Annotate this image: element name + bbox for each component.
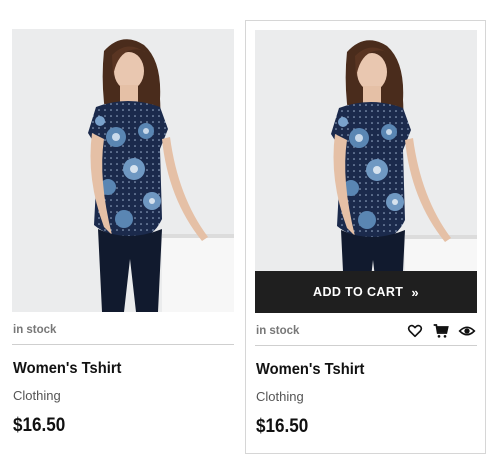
product-card-2[interactable]: ADD TO CART » in stock Women's Tshirt Cl…: [245, 20, 486, 454]
product-actions: [406, 323, 476, 339]
product-category[interactable]: Clothing: [256, 389, 304, 404]
product-price: $16.50: [256, 416, 309, 437]
product-image[interactable]: ADD TO CART »: [255, 30, 477, 313]
stock-status: in stock: [13, 324, 57, 336]
cart-icon[interactable]: [432, 323, 450, 339]
stock-status: in stock: [256, 325, 300, 337]
product-card-1[interactable]: in stock Women's Tshirt Clothing $16.50: [2, 20, 242, 460]
add-to-cart-button[interactable]: ADD TO CART »: [255, 271, 477, 313]
product-title[interactable]: Women's Tshirt: [13, 360, 121, 378]
add-to-cart-label: ADD TO CART: [313, 285, 404, 299]
product-image[interactable]: [12, 29, 234, 312]
divider: [255, 345, 477, 346]
product-category[interactable]: Clothing: [13, 388, 61, 403]
product-price: $16.50: [13, 415, 66, 436]
product-title[interactable]: Women's Tshirt: [256, 361, 364, 379]
heart-icon[interactable]: [406, 323, 424, 339]
divider: [12, 344, 234, 345]
double-chevron-icon: »: [411, 284, 419, 300]
eye-icon[interactable]: [458, 323, 476, 339]
